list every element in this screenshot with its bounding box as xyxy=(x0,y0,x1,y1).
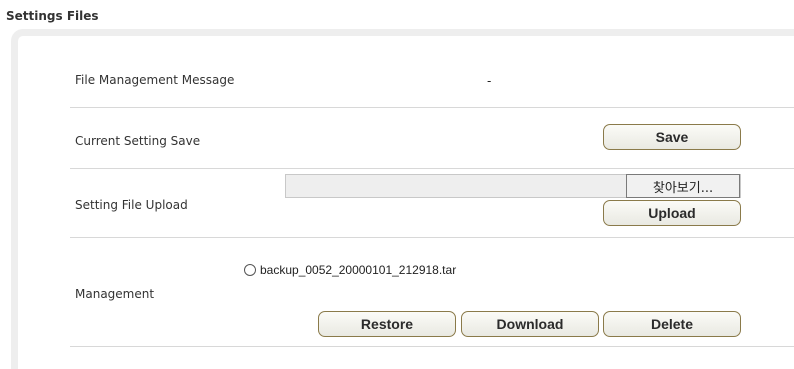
current-setting-save-label: Current Setting Save xyxy=(75,134,201,148)
restore-button[interactable]: Restore xyxy=(318,311,456,337)
delete-button[interactable]: Delete xyxy=(603,311,741,337)
download-button[interactable]: Download xyxy=(461,311,599,337)
save-button[interactable]: Save xyxy=(603,124,741,150)
browse-button[interactable]: 찾아보기... xyxy=(626,174,740,198)
upload-button[interactable]: Upload xyxy=(603,200,741,226)
file-management-message-value: - xyxy=(487,74,492,88)
divider xyxy=(70,237,794,238)
divider xyxy=(70,168,794,169)
backup-file-label[interactable]: backup_0052_20000101_212918.tar xyxy=(260,263,456,277)
management-label: Management xyxy=(75,287,155,301)
backup-file-option[interactable]: backup_0052_20000101_212918.tar xyxy=(244,263,456,277)
section-title: Settings Files xyxy=(6,9,99,23)
backup-file-radio[interactable] xyxy=(244,264,256,276)
divider xyxy=(70,346,794,347)
file-management-message-label: File Management Message xyxy=(75,73,235,87)
divider xyxy=(70,107,794,108)
setting-file-upload-label: Setting File Upload xyxy=(75,198,188,212)
file-upload-input[interactable]: 찾아보기... xyxy=(285,174,741,198)
